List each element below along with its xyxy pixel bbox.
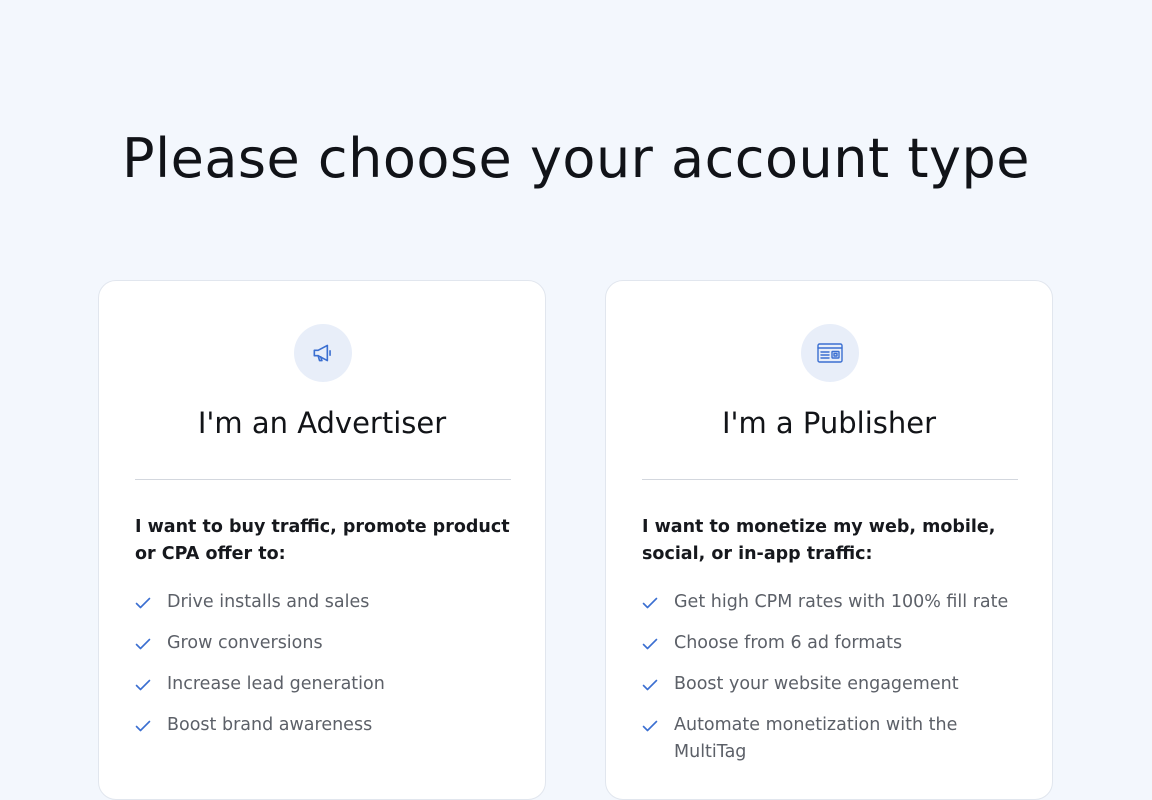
feature-item: Get high CPM rates with 100% fill rate [642,589,1022,616]
browser-window-icon [801,324,859,382]
feature-text: Drive installs and sales [167,592,370,612]
advertiser-card-title: I'm an Advertiser [197,406,447,440]
check-icon [135,712,151,739]
feature-text: Get high CPM rates with 100% fill rate [674,592,1009,612]
check-icon [135,630,151,657]
feature-text: Automate monetization with the MultiTag [674,715,958,762]
advertiser-card-lead: I want to buy traffic, promote product o… [135,517,510,564]
feature-text: Choose from 6 ad formats [674,633,903,653]
check-icon [642,671,658,698]
card-divider [135,479,511,480]
check-icon [135,589,151,616]
feature-item: Drive installs and sales [135,589,515,616]
publisher-card-title: I'm a Publisher [721,406,937,440]
check-icon [135,671,151,698]
card-divider [642,479,1018,480]
feature-item: Grow conversions [135,630,515,657]
feature-text: Boost your website engagement [674,674,959,694]
publisher-account-card[interactable]: I'm a Publisher I want to monetize my we… [605,280,1053,800]
publisher-feature-list: Get high CPM rates with 100% fill rate C… [642,589,1022,780]
feature-text: Boost brand awareness [167,715,373,735]
check-icon [642,712,658,739]
check-icon [642,589,658,616]
page-title: Please choose your account type [122,127,1030,190]
check-icon [642,630,658,657]
feature-item: Choose from 6 ad formats [642,630,1022,657]
advertiser-account-card[interactable]: I'm an Advertiser I want to buy traffic,… [98,280,546,800]
feature-item: Boost your website engagement [642,671,1022,698]
feature-text: Grow conversions [167,633,323,653]
feature-item: Automate monetization with the MultiTag [642,712,1022,766]
publisher-card-lead: I want to monetize my web, mobile, socia… [642,517,996,564]
feature-item: Boost brand awareness [135,712,515,739]
feature-text: Increase lead generation [167,674,385,694]
feature-item: Increase lead generation [135,671,515,698]
advertiser-feature-list: Drive installs and sales Grow conversion… [135,589,515,753]
megaphone-icon [294,324,352,382]
